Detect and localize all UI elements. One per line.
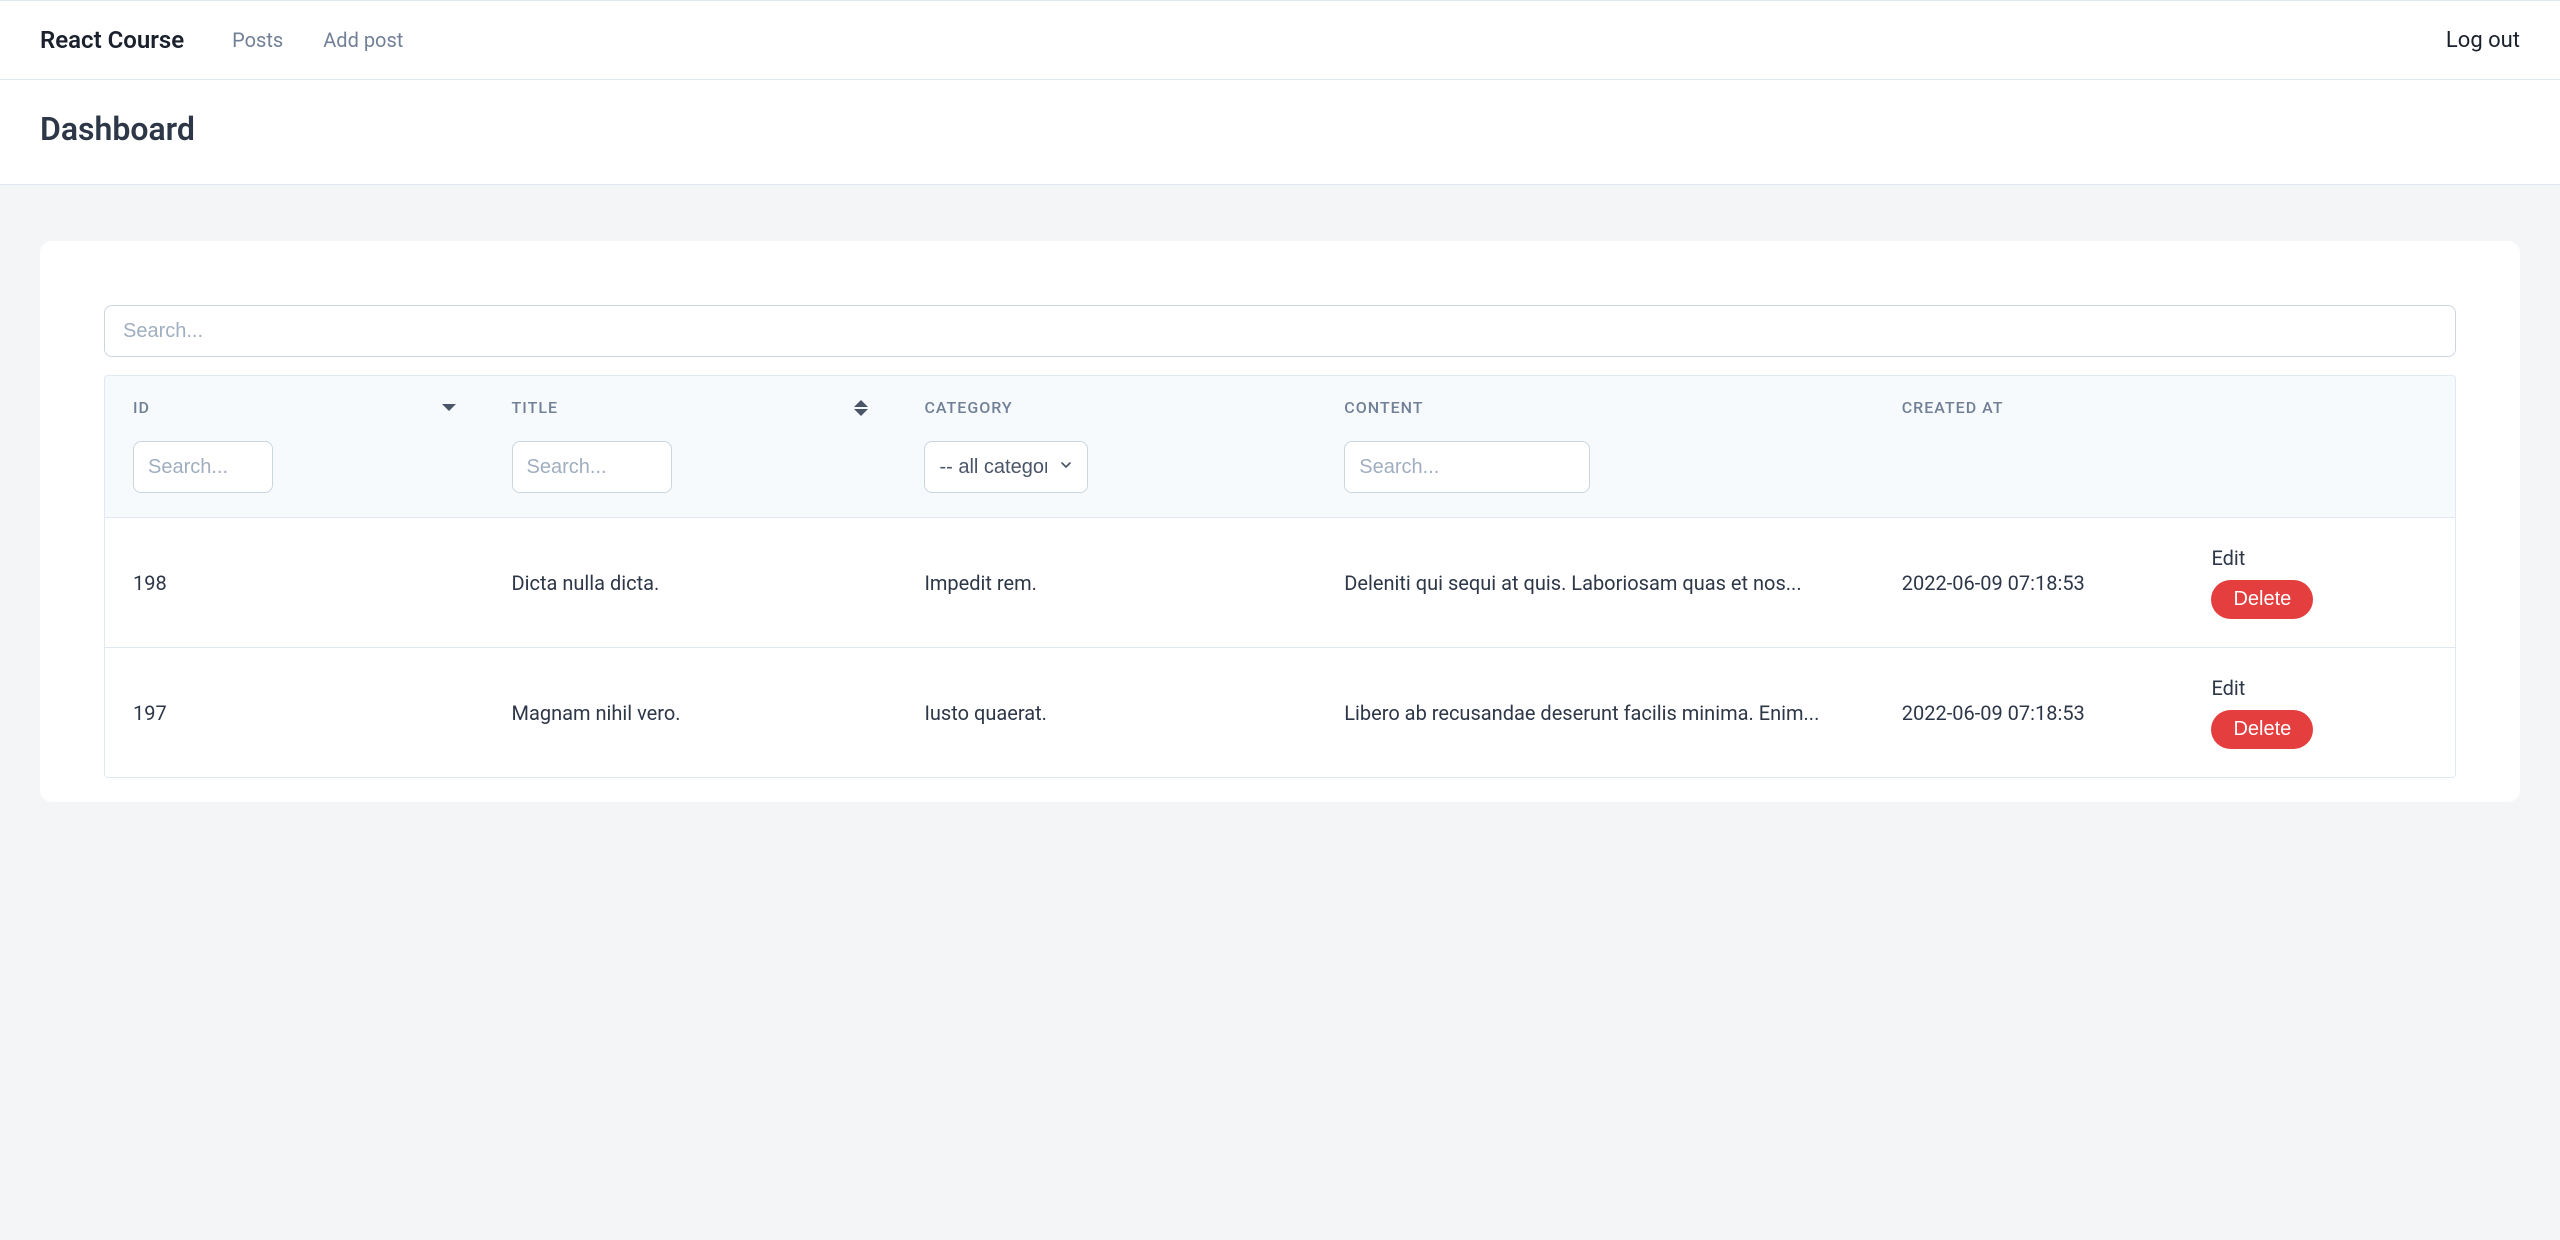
brand[interactable]: React Course xyxy=(40,26,184,54)
th-id[interactable]: ID xyxy=(133,398,456,417)
page-header: Dashboard xyxy=(0,80,2560,185)
edit-link[interactable]: Edit xyxy=(2211,676,2245,700)
th-title[interactable]: TITLE xyxy=(512,398,869,417)
filter-content-input[interactable] xyxy=(1344,441,1590,493)
cell-id: 198 xyxy=(105,518,484,648)
table-body: 198 Dicta nulla dicta. Impedit rem. Dele… xyxy=(105,518,2455,778)
content-area: ID TITLE xyxy=(0,185,2560,858)
nav-links: Posts Add post xyxy=(232,28,403,52)
th-category-label: CATEGORY xyxy=(924,398,1012,417)
page-title: Dashboard xyxy=(40,110,2520,148)
th-content[interactable]: CONTENT xyxy=(1344,398,1845,417)
cell-created-at: 2022-06-09 07:18:53 xyxy=(1874,648,2184,778)
nav-link-posts[interactable]: Posts xyxy=(232,28,283,52)
th-created-at-label: CREATED AT xyxy=(1902,398,2004,417)
cell-content: Libero ab recusandae deserunt facilis mi… xyxy=(1316,648,1873,778)
table-row: 197 Magnam nihil vero. Iusto quaerat. Li… xyxy=(105,648,2455,778)
filter-title-input[interactable] xyxy=(512,441,672,493)
filter-category-select[interactable]: -- all categories xyxy=(924,441,1088,493)
table-wrap: ID TITLE xyxy=(104,375,2456,778)
th-title-label: TITLE xyxy=(512,398,558,417)
cell-content: Deleniti qui sequi at quis. Laboriosam q… xyxy=(1316,518,1873,648)
delete-button[interactable]: Delete xyxy=(2211,710,2313,749)
posts-table: ID TITLE xyxy=(105,376,2455,777)
edit-link[interactable]: Edit xyxy=(2211,546,2245,570)
th-id-label: ID xyxy=(133,398,150,417)
th-content-label: CONTENT xyxy=(1344,398,1423,417)
row-actions: Edit Delete xyxy=(2211,676,2427,749)
cell-title: Magnam nihil vero. xyxy=(484,648,897,778)
sort-desc-icon xyxy=(442,404,456,411)
table-row: 198 Dicta nulla dicta. Impedit rem. Dele… xyxy=(105,518,2455,648)
cell-id: 197 xyxy=(105,648,484,778)
delete-button[interactable]: Delete xyxy=(2211,580,2313,619)
filter-id-input[interactable] xyxy=(133,441,273,493)
cell-category: Iusto quaerat. xyxy=(896,648,1316,778)
cell-title: Dicta nulla dicta. xyxy=(484,518,897,648)
sort-both-icon xyxy=(854,400,868,416)
th-created-at[interactable]: CREATED AT xyxy=(1902,398,2156,417)
cell-created-at: 2022-06-09 07:18:53 xyxy=(1874,518,2184,648)
logout-link[interactable]: Log out xyxy=(2446,28,2520,53)
nav-link-add-post[interactable]: Add post xyxy=(323,28,403,52)
global-search-input[interactable] xyxy=(104,305,2456,357)
cell-category: Impedit rem. xyxy=(896,518,1316,648)
row-actions: Edit Delete xyxy=(2211,546,2427,619)
dashboard-card: ID TITLE xyxy=(40,241,2520,802)
navbar: React Course Posts Add post Log out xyxy=(0,0,2560,80)
th-category[interactable]: CATEGORY xyxy=(924,398,1288,417)
